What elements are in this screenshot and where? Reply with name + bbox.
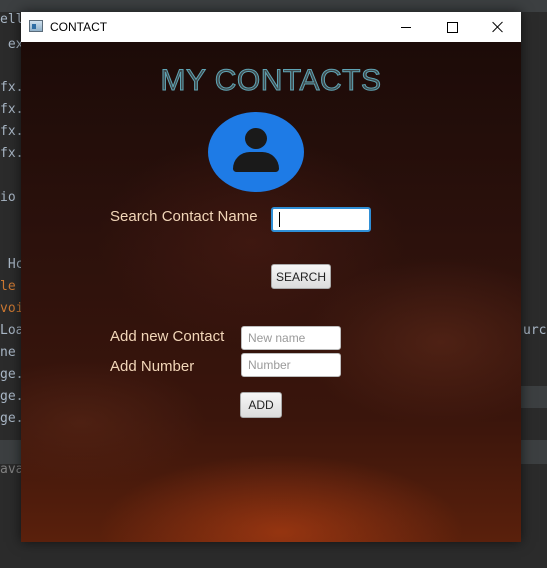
ide-bottom-tab[interactable]: ava [0, 462, 23, 477]
add-contact-label: Add new Contact [110, 328, 225, 345]
close-icon [492, 21, 504, 33]
minimize-button[interactable] [383, 12, 429, 42]
code-line: le [0, 279, 16, 294]
person-icon [208, 112, 304, 192]
title-bar[interactable]: CONTACT [21, 12, 521, 42]
search-input[interactable] [271, 207, 371, 232]
window-title: CONTACT [50, 20, 108, 34]
add-button[interactable]: ADD [240, 392, 282, 418]
code-line: io [0, 190, 16, 205]
code-line: Loa [0, 323, 24, 338]
maximize-button[interactable] [429, 12, 475, 42]
search-label: Search Contact Name [110, 208, 258, 225]
new-name-input[interactable] [241, 326, 341, 350]
number-input[interactable] [241, 353, 341, 377]
page-title: MY CONTACTS [160, 64, 382, 98]
avatar-head [245, 128, 267, 149]
ide-tab-strip [0, 0, 547, 12]
close-button[interactable] [475, 12, 521, 42]
search-button[interactable]: SEARCH [271, 264, 331, 289]
text-caret [279, 212, 280, 227]
add-number-label: Add Number [110, 358, 195, 375]
code-line-right: urc [523, 323, 547, 338]
java-window-icon [29, 20, 43, 32]
maximize-icon [446, 21, 458, 33]
ide-side-panel [521, 386, 547, 408]
app-content: MY CONTACTS Search Contact Name SEARCH A… [21, 42, 521, 542]
minimize-icon [401, 26, 411, 28]
avatar-body [233, 152, 279, 172]
contact-window: CONTACT MY CONTACTS Search Contact Name … [21, 12, 521, 542]
code-line: Hc [0, 257, 24, 272]
